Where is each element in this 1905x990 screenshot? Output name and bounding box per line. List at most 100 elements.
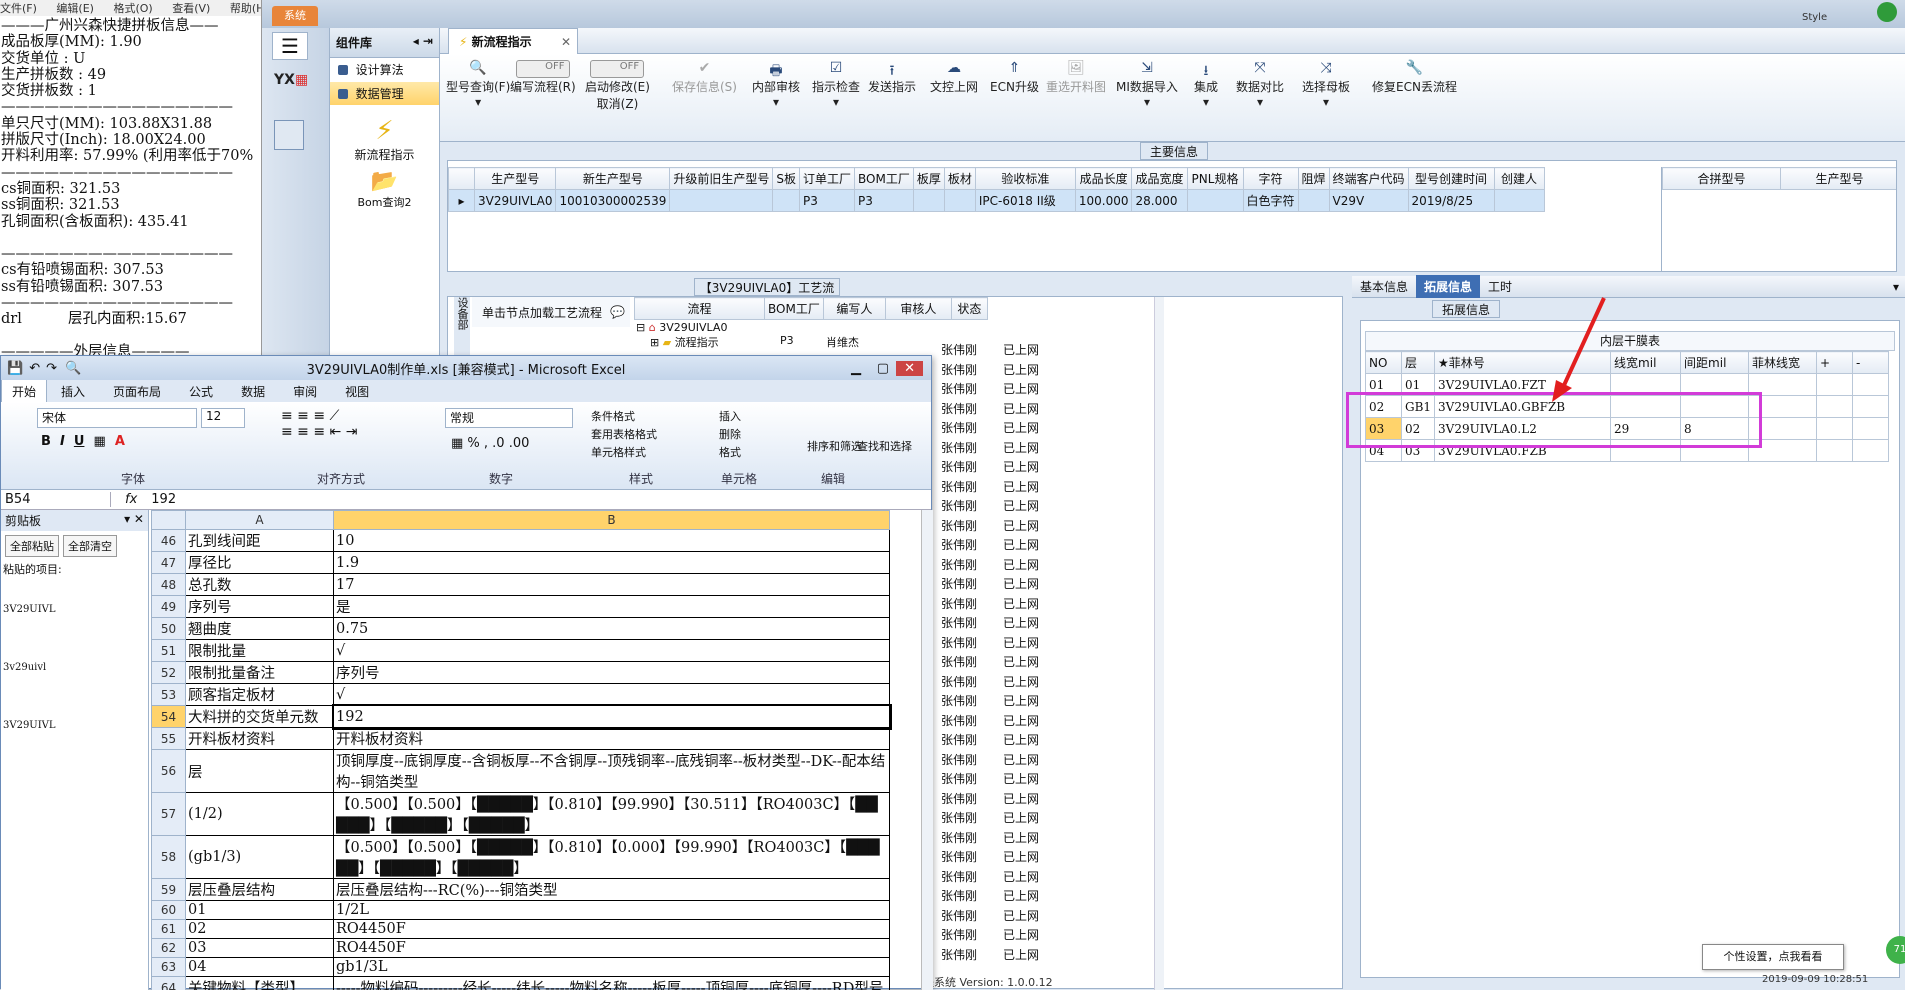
main-col-header[interactable]: PNL规格 [1187,168,1243,190]
main-col-header[interactable]: 升级前旧生产型号 [670,168,773,190]
flow-col-header[interactable]: 流程 [635,298,765,320]
cell-a[interactable]: 序列号 [186,596,334,618]
flow-row[interactable]: 张伟刚已上网 [941,361,1125,381]
cell-a[interactable]: (gb1/3) [186,836,334,879]
main-cell[interactable] [1494,190,1544,212]
vertical-scrollbar[interactable] [921,510,933,990]
main-cell[interactable]: 100.000 [1075,190,1132,212]
sheet-row[interactable]: 60011/2L [152,901,890,920]
row-selector[interactable]: ▸ [449,190,475,212]
menu-format[interactable]: 格式(O) [113,2,152,15]
select-motherboard-button[interactable]: ⤨选择母板▾ [1302,60,1350,109]
cell-a[interactable]: 02 [186,920,334,939]
flow-row[interactable]: 张伟刚已上网 [941,419,1125,439]
sheet-row[interactable]: 50翘曲度0.75 [152,618,890,640]
row-number[interactable]: 51 [152,640,186,662]
cell-b[interactable]: √ [334,640,890,662]
flow-row[interactable]: 张伟刚已上网 [941,400,1125,420]
flow-row[interactable]: 张伟刚已上网 [941,634,1125,654]
calculator-icon[interactable] [274,120,304,150]
flow-row[interactable]: 张伟刚已上网 [941,829,1125,849]
cell-b[interactable]: RO4450F [334,939,890,958]
tab-extended-info[interactable]: 拓展信息 [1416,275,1480,298]
yx-app-icon[interactable]: YX▦ [274,72,308,106]
main-cell[interactable]: IPC-6018 II级 [975,190,1075,212]
main-col-header[interactable]: S板 [773,168,800,190]
cell-b[interactable]: 序列号 [334,662,890,684]
cell-a[interactable]: 厚径比 [186,552,334,574]
minimize-icon[interactable]: ▁ [851,361,861,376]
flow-row[interactable]: 张伟刚已上网 [941,887,1125,907]
flow-row[interactable]: 张伟刚已上网 [941,692,1125,712]
sheet-row[interactable]: 54大料拼的交货单元数192 [152,706,890,728]
doc-online-button[interactable]: ☁文控上网 [930,60,978,95]
cell-b[interactable]: 0.75 [334,618,890,640]
tab-new-flow[interactable]: ⚡ 新流程指示 ✕ [448,28,578,54]
flow-row[interactable]: 张伟刚已上网 [941,926,1125,946]
column-header-b[interactable]: B [334,511,890,530]
main-col-header[interactable]: 验收标准 [975,168,1075,190]
bom-query-launcher[interactable]: 📂 Bom查询2 [330,169,439,210]
flow-row[interactable]: 张伟刚已上网 [941,673,1125,693]
main-cell[interactable] [773,190,800,212]
sheet-row[interactable]: 47厚径比1.9 [152,552,890,574]
cell-a[interactable]: 翘曲度 [186,618,334,640]
flow-row[interactable]: 张伟刚已上网 [941,556,1125,576]
flow-row[interactable]: 张伟刚已上网 [941,497,1125,517]
row-number[interactable]: 46 [152,530,186,552]
inner-col-header[interactable]: + [1817,352,1853,374]
select-all-corner[interactable] [152,511,186,530]
row-number[interactable]: 54 [152,706,186,728]
component-item-data-management[interactable]: 数据管理 [330,82,439,106]
flow-row[interactable]: 张伟刚已上网 [941,751,1125,771]
mi-data-import-button[interactable]: ⇲MI数据导入▾ [1116,60,1178,109]
reselect-cut-image-button[interactable]: 🖼重选开料图 [1046,60,1106,95]
flow-col-header[interactable]: 审核人 [885,298,951,320]
phone-icon[interactable] [1877,2,1897,22]
tab-data[interactable]: 数据 [227,383,279,400]
flow-row[interactable]: 张伟刚已上网 [941,653,1125,673]
indication-check-button[interactable]: ☑指示检查▾ [812,60,860,109]
flow-row[interactable]: 张伟刚已上网 [941,517,1125,537]
cell-a[interactable]: 层 [186,750,334,793]
cell-b[interactable]: 1/2L [334,901,890,920]
row-number[interactable]: 55 [152,728,186,750]
flow-row[interactable]: 张伟刚已上网 [941,614,1125,634]
sheet-row[interactable]: 59层压叠层结构层压叠层结构---RC(%)---铜箔类型 [152,879,890,901]
main-col-header[interactable]: 终端客户代码 [1329,168,1408,190]
cell-b[interactable]: 顶铜厚度--底铜厚度--含铜板厚--不含铜厚--顶残铜率--底残铜率--板材类型… [334,750,890,793]
inner-col-header[interactable]: NO [1366,352,1402,374]
cell-b[interactable]: 10 [334,530,890,552]
main-col-header[interactable]: BOM工厂 [855,168,914,190]
style-label[interactable]: Style [1802,12,1827,23]
maximize-icon[interactable]: ▢ [877,361,889,376]
main-col-header[interactable]: 生产型号 [475,168,556,190]
close-icon[interactable]: ✕ [896,361,923,376]
flow-tree[interactable]: ⊟ ⌂ 3V29UIVLA0 ⊞ ▰ 流程指示 P3 肖维杰 [636,321,859,350]
flow-col-header[interactable]: 编写人 [823,298,885,320]
flow-row[interactable]: 张伟刚已上网 [941,770,1125,790]
toggle-switch[interactable]: OFF [590,60,644,78]
tab-basic-info[interactable]: 基本信息 [1352,278,1416,295]
sheet-row[interactable]: 55开料板材资料开料板材资料 [152,728,890,750]
tab-review[interactable]: 审阅 [279,383,331,400]
cell-a[interactable]: 层压叠层结构 [186,879,334,901]
sheet-row[interactable]: 49序列号是 [152,596,890,618]
write-flow-toggle[interactable]: OFF编写流程(R) [510,60,576,95]
cell-b[interactable]: 192 [334,706,890,728]
sheet-row[interactable]: 46孔到线间距10 [152,530,890,552]
cell-a[interactable]: 限制批量备注 [186,662,334,684]
inner-cell[interactable] [1853,396,1889,418]
main-cell[interactable]: 白色字符 [1243,190,1298,212]
repair-ecn-flow-button[interactable]: 🔧修复ECN丢流程 [1372,60,1457,95]
alignment-buttons[interactable]: ≡ ≡ ≡ ⟋≡ ≡ ≡ ⇤ ⇥ [281,408,357,440]
flow-row[interactable]: 张伟刚已上网 [941,575,1125,595]
cell-b[interactable]: √ [334,684,890,706]
close-icon[interactable]: ✕ [561,35,571,49]
cell-a[interactable]: 03 [186,939,334,958]
cell-b[interactable]: 【0.500】【0.500】【█████】【0.810】【99.990】【30.… [334,793,890,836]
column-header-a[interactable]: A [186,511,334,530]
cell-b[interactable]: 【0.500】【0.500】【█████】【0.810】【0.000】【99.9… [334,836,890,879]
save-info-button[interactable]: ✔保存信息(S) [672,60,737,95]
send-indication-button[interactable]: ⭱发送指示 [868,60,916,95]
